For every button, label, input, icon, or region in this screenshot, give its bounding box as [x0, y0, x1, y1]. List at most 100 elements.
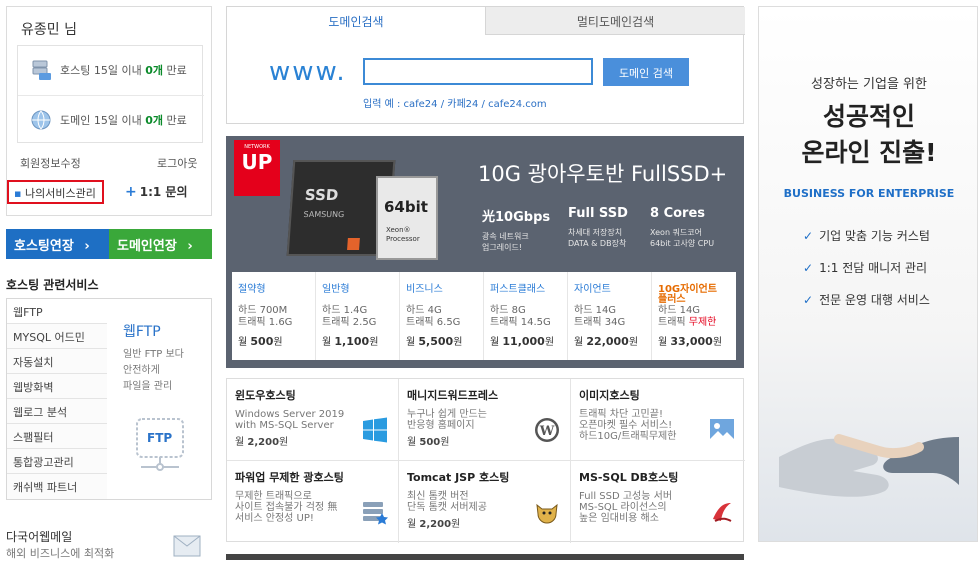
service-managed-wordpress[interactable]: 매니지드워드프레스 누구나 쉽게 만드는 반응형 홈페이지 월 500원 W [399, 379, 571, 461]
service-item-spam-filter[interactable]: 스팸필터 [7, 424, 107, 449]
webftp-desc-line: 일반 FTP 보다 [123, 349, 184, 360]
plan-business[interactable]: 비즈니스 하드 4G 트래픽 6.5G 월 5,500원 [400, 272, 484, 360]
service-image-hosting[interactable]: 이미지호스팅 트래픽 차단 고민끝! 오픈마켓 필수 서비스! 하드10G/트래픽무… [571, 379, 745, 461]
badge-small-label: NETWORK [244, 144, 270, 150]
bullet-icon: ▪ [14, 187, 22, 200]
domain-expiry-row[interactable]: 도메인 15일 이내 0개 만료 [18, 95, 204, 143]
feature-head: Full SSD [568, 206, 628, 221]
server-icon [32, 60, 51, 80]
chip-subtitle: Xeon® Processor [386, 226, 420, 243]
service-item-ad-management[interactable]: 통합광고관리 [7, 449, 107, 474]
multilang-mail-desc: 해외 비즈니스에 최적화 [6, 547, 115, 560]
chip-title: 64bit [384, 198, 428, 216]
hosting-expiry-text: 호스팅 15일 이내 0개 만료 [60, 64, 187, 77]
service-item-cashback[interactable]: 캐쉬백 파트너 [7, 474, 107, 499]
plan-standard[interactable]: 일반형 하드 1.4G 트래픽 2.5G 월 1,100원 [316, 272, 400, 360]
check-icon: ✓ [803, 229, 814, 243]
domain-search-button[interactable]: 도메인 검색 [603, 58, 689, 86]
user-suffix: 님 [64, 22, 77, 38]
chevron-right-icon: › [84, 239, 90, 254]
webftp-desc-line: 안전하게 [123, 365, 160, 376]
service-mssql-hosting[interactable]: MS-SQL DB호스팅 Full SSD 고성능 서버 MS-SQL 라이선스의… [571, 461, 745, 543]
mail-icon [173, 535, 201, 557]
tomcat-icon [536, 503, 558, 524]
wordpress-icon: W [535, 418, 559, 442]
mssql-icon [713, 503, 732, 522]
ssd-label: SSD [304, 186, 339, 204]
domain-renew-button[interactable]: 도메인연장 › [109, 229, 212, 259]
hosting-expiry-row[interactable]: 호스팅 15일 이내 0개 만료 [18, 46, 204, 94]
ad-tagline: BUSINESS FOR ENTERPRISE [783, 187, 955, 200]
ad-check-item: ✓ 기업 맞춤 기능 커스텀 [803, 229, 930, 243]
hosting-expiry-count[interactable]: 0개 [145, 64, 163, 77]
service-item-web-firewall[interactable]: 웹방화벽 [7, 374, 107, 399]
ssd-brand: SAMSUNG [303, 210, 345, 219]
plus-icon: + [125, 184, 137, 200]
www-prefix: www. [269, 57, 347, 87]
my-service-label: 나의서비스관리 [24, 187, 96, 200]
badge-label: UP [241, 150, 273, 174]
service-item-web-log[interactable]: 웹로그 분석 [7, 399, 107, 424]
domain-search-input[interactable] [363, 58, 593, 85]
hosting-renew-button[interactable]: 호스팅연장 › [6, 229, 109, 259]
domain-expiry-count[interactable]: 0개 [145, 114, 163, 127]
server-icon [363, 502, 388, 525]
member-info-link[interactable]: 회원정보수정 [20, 155, 81, 171]
webftp-title[interactable]: 웹FTP [123, 321, 161, 341]
plan-table: 절약형 하드 700M 트래픽 1.6G 월 500원 일반형 하드 1.4G 트래… [232, 272, 736, 360]
chevron-right-icon: › [187, 239, 193, 254]
feature-head: 光10Gbps [482, 210, 551, 225]
domain-search-box: 도메인검색 멀티도메인검색 www. 도메인 검색 입력 예 : cafe24 … [226, 6, 745, 124]
banner-title: 10G 광아우토반 FullSSD+ [478, 162, 728, 186]
hosting-services-list: 웹FTP MYSQL 어드민 자동설치 웹방화벽 웹로그 분석 스팸필터 통합광… [7, 299, 107, 499]
domain-renew-label: 도메인연장 [117, 239, 177, 254]
feature-head: 8 Cores [650, 206, 706, 221]
image-icon [710, 419, 734, 441]
service-item-webftp[interactable]: 웹FTP [7, 299, 107, 324]
handshake-image [779, 434, 959, 497]
services-grid: 윈도우호스팅 Windows Server 2019 with MS-SQL Se… [226, 378, 745, 543]
webftp-desc-line: 파일을 관리 [123, 381, 173, 392]
multilang-mail-title[interactable]: 다국어웹메일 [6, 528, 72, 545]
webftp-desc: 일반 FTP 보다 안전하게 파일을 관리 [123, 347, 184, 395]
ad-headline: 성공적인 온라인 진출! [759, 99, 977, 171]
plan-first-class[interactable]: 퍼스트클래스 하드 8G 트래픽 14.5G 월 11,000원 [484, 272, 568, 360]
logout-link[interactable]: 로그아웃 [157, 155, 197, 171]
user-greeting: 유종민 님 [21, 19, 77, 39]
bottom-strip [226, 554, 744, 560]
service-item-mysql-admin[interactable]: MYSQL 어드민 [7, 324, 107, 349]
ad-line3: 온라인 진출! [801, 138, 937, 167]
ftp-icon: FTP [135, 417, 185, 473]
service-item-auto-install[interactable]: 자동설치 [7, 349, 107, 374]
inquiry-label: 1:1 문의 [139, 185, 188, 199]
tab-domain-search[interactable]: 도메인검색 [227, 7, 485, 35]
tab-multi-domain-search[interactable]: 멀티도메인검색 [485, 7, 745, 35]
network-up-badge: NETWORK UP [234, 140, 280, 196]
hosting-renew-label: 호스팅연장 [14, 239, 74, 254]
check-icon: ✓ [803, 293, 814, 307]
expiry-box: 호스팅 15일 이내 0개 만료 도메인 15일 이내 0개 만료 [17, 45, 204, 143]
ad-line1: 성장하는 기업을 위한 [811, 77, 927, 92]
ftp-icon-label: FTP [147, 431, 173, 445]
domain-search-example: 입력 예 : cafe24 / 카페24 / cafe24.com [363, 99, 547, 110]
banner-feature: 光10Gbps 광속 네트워크 업그레이드! [482, 206, 558, 253]
service-powerup-hosting[interactable]: 파워업 무제한 광호스팅 무제한 트래픽으로 사이트 접속불가 걱정 無 서비스 안… [227, 461, 399, 543]
plan-saving[interactable]: 절약형 하드 700M 트래픽 1.6G 월 500원 [232, 272, 316, 360]
service-tomcat-jsp-hosting[interactable]: Tomcat JSP 호스팅 최신 톰캣 버전 단독 톰캣 서버제공 월 2,20… [399, 461, 571, 543]
banner-feature: Full SSD 차세대 저장장치 DATA & DB장착 [568, 206, 644, 249]
cpu-chip-image: 64bit Xeon® Processor [376, 176, 438, 260]
my-service-link[interactable]: ▪ 나의서비스관리 [7, 180, 104, 204]
ssd-orange-mark [347, 238, 360, 250]
plan-giant[interactable]: 자이언트 하드 14G 트래픽 34G 월 22,000원 [568, 272, 652, 360]
hosting-services-title: 호스팅 관련서비스 [6, 278, 99, 292]
ad-check-item: ✓ 1:1 전담 매니저 관리 [803, 261, 928, 275]
user-name: 유종민 [21, 22, 60, 38]
plan-10g-giant-plus[interactable]: 10G자이언트 플러스 하드 14G 트래픽 무제한 월 33,000원 [652, 272, 736, 360]
globe-icon [31, 110, 51, 130]
fullssd-banner[interactable]: NETWORK UP SSD SAMSUNG 64bit Xeon® Proce… [226, 136, 744, 368]
service-windows-hosting[interactable]: 윈도우호스팅 Windows Server 2019 with MS-SQL Se… [227, 379, 399, 461]
enterprise-ad[interactable]: 성장하는 기업을 위한 성공적인 온라인 진출! BUSINESS FOR EN… [758, 6, 978, 542]
hosting-services-box: 웹FTP MYSQL 어드민 자동설치 웹방화벽 웹로그 분석 스팸필터 통합광… [6, 298, 212, 500]
inquiry-link[interactable]: +1:1 문의 [125, 183, 188, 200]
ad-line2: 성공적인 [822, 102, 915, 131]
